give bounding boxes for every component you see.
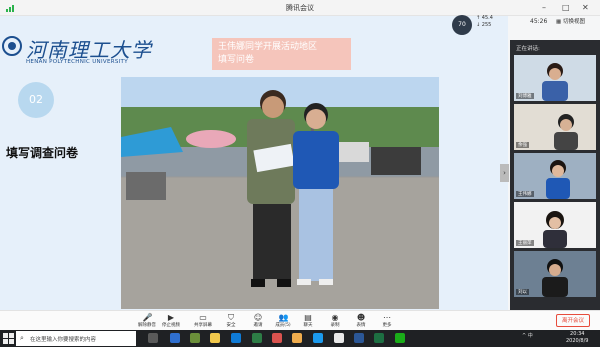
members-button[interactable]: 👥 成员(5) (272, 313, 294, 328)
caption-line-2: 填写问卷 (218, 55, 255, 65)
record-icon: ◉ (331, 313, 339, 322)
chat-button[interactable]: ▤ 聊天 (297, 313, 319, 328)
camera-icon: ▶ (167, 313, 175, 322)
clock-time: 20:34 (570, 331, 585, 337)
tencent-meeting-icon[interactable] (313, 333, 323, 343)
speaking-label: 正在讲话: (516, 46, 540, 52)
title-bar: 腾讯会议 – □ ✕ (0, 0, 600, 16)
emoji-icon: ☻ (356, 313, 366, 322)
window-title: 腾讯会议 (286, 4, 314, 12)
leave-meeting-button[interactable]: 离开会议 (556, 314, 590, 327)
close-button[interactable]: ✕ (582, 3, 589, 12)
participant-tile[interactable]: 王丽萍 (514, 202, 596, 248)
windows-taskbar: ⌕ 在这里输入你要搜索的内容 ^ 中 20:34 2020/8/9 (0, 330, 600, 347)
switch-view-label: 切换视图 (562, 19, 585, 25)
search-icon: ⌕ (20, 334, 24, 342)
record-button[interactable]: ◉ 录制 (324, 313, 346, 328)
system-tray[interactable]: ^ 中 (522, 332, 533, 339)
wechat-icon[interactable] (395, 333, 405, 343)
minimize-button[interactable]: – (542, 3, 546, 12)
app-icon[interactable] (272, 333, 282, 343)
collapse-panel-button[interactable]: › (500, 164, 509, 182)
emoji-button[interactable]: ☻ 表情 (350, 313, 372, 328)
word-icon[interactable] (354, 333, 364, 343)
share-screen-button[interactable]: ▭ 共享屏幕 (192, 313, 214, 328)
more-icon: ⋯ (383, 313, 391, 322)
windows-start-icon[interactable] (3, 333, 14, 344)
photo-caption: 王伟娜同学开展活动地区 填写问卷 (212, 38, 351, 70)
taskbar-clock[interactable]: 20:34 2020/8/9 (566, 331, 588, 345)
app-icon[interactable] (292, 333, 302, 343)
app-icon[interactable] (170, 333, 180, 343)
participant-name: 刘以 (516, 289, 529, 295)
caption-line-1: 王伟娜同学开展活动地区 (218, 42, 318, 52)
participant-name: 刘博雅 (516, 93, 534, 99)
app-icon[interactable] (334, 333, 344, 343)
search-placeholder: 在这里输入你要搜索的内容 (30, 337, 97, 343)
meeting-window: 腾讯会议 – □ ✕ 河南理工大学 HENAN POLYTECHNIC UNIV… (0, 0, 600, 330)
logo-english: HENAN POLYTECHNIC UNIVERSITY (26, 59, 128, 65)
taskbar-search-box[interactable]: ⌕ 在这里输入你要搜索的内容 (16, 331, 136, 346)
share-screen-icon: ▭ (199, 313, 207, 322)
meeting-toolbar: 🎤 解除静音 ▶ 停止视频 ▭ 共享屏幕 ⛉ 安全 ☺ 邀请 👥 成员(5) ▤ 聊天 ◉ 录制… (0, 310, 600, 330)
clock-date: 2020/8/9 (566, 338, 589, 344)
network-latency-icon[interactable]: 70 (452, 15, 472, 35)
meeting-duration: 45:26 (530, 18, 548, 25)
participant-tile[interactable]: 刘以 (514, 251, 596, 297)
participant-tile[interactable]: 王伟娜 (514, 153, 596, 199)
more-button[interactable]: ⋯ 更多 (376, 313, 398, 328)
task-view-icon[interactable] (148, 333, 158, 343)
network-stats: ↑ 45.4 ↓ 255 (476, 15, 493, 28)
participant-name: 王伟娜 (516, 191, 534, 197)
microphone-icon: 🎤 (142, 313, 153, 322)
maximize-button[interactable]: □ (562, 3, 570, 12)
seal-icon (2, 36, 22, 56)
switch-view-button[interactable]: ▦ 切换视图 (556, 17, 585, 25)
participant-name: 余强 (516, 142, 529, 148)
app-icon[interactable] (252, 333, 262, 343)
edge-icon[interactable] (231, 333, 241, 343)
section-title: 填写调查问卷 (6, 146, 79, 160)
members-icon: 👥 (278, 313, 289, 322)
app-icon[interactable] (190, 333, 200, 343)
chat-icon: ▤ (304, 313, 312, 322)
participant-tile[interactable]: 余强 (514, 104, 596, 150)
activity-photo (121, 77, 439, 309)
invite-icon: ☺ (253, 313, 263, 322)
section-number: 02 (18, 82, 54, 118)
stop-video-button[interactable]: ▶ 停止视频 (160, 313, 182, 328)
participant-panel: 正在讲话: 刘博雅 余强 王伟娜 王丽萍 刘以 (510, 40, 600, 310)
participant-tile[interactable]: 刘博雅 (514, 55, 596, 101)
file-explorer-icon[interactable] (210, 333, 220, 343)
upload-rate: 45.4 (481, 15, 493, 21)
invite-button[interactable]: ☺ 邀请 (247, 313, 269, 328)
shield-icon: ⛉ (228, 313, 234, 322)
mute-button[interactable]: 🎤 解除静音 (136, 313, 158, 328)
download-rate: 255 (481, 22, 492, 28)
shared-screen: 河南理工大学 HENAN POLYTECHNIC UNIVERSITY 02 填… (0, 16, 508, 310)
app-icon[interactable] (374, 333, 384, 343)
security-button[interactable]: ⛉ 安全 (220, 313, 242, 328)
participant-name: 王丽萍 (516, 240, 534, 246)
